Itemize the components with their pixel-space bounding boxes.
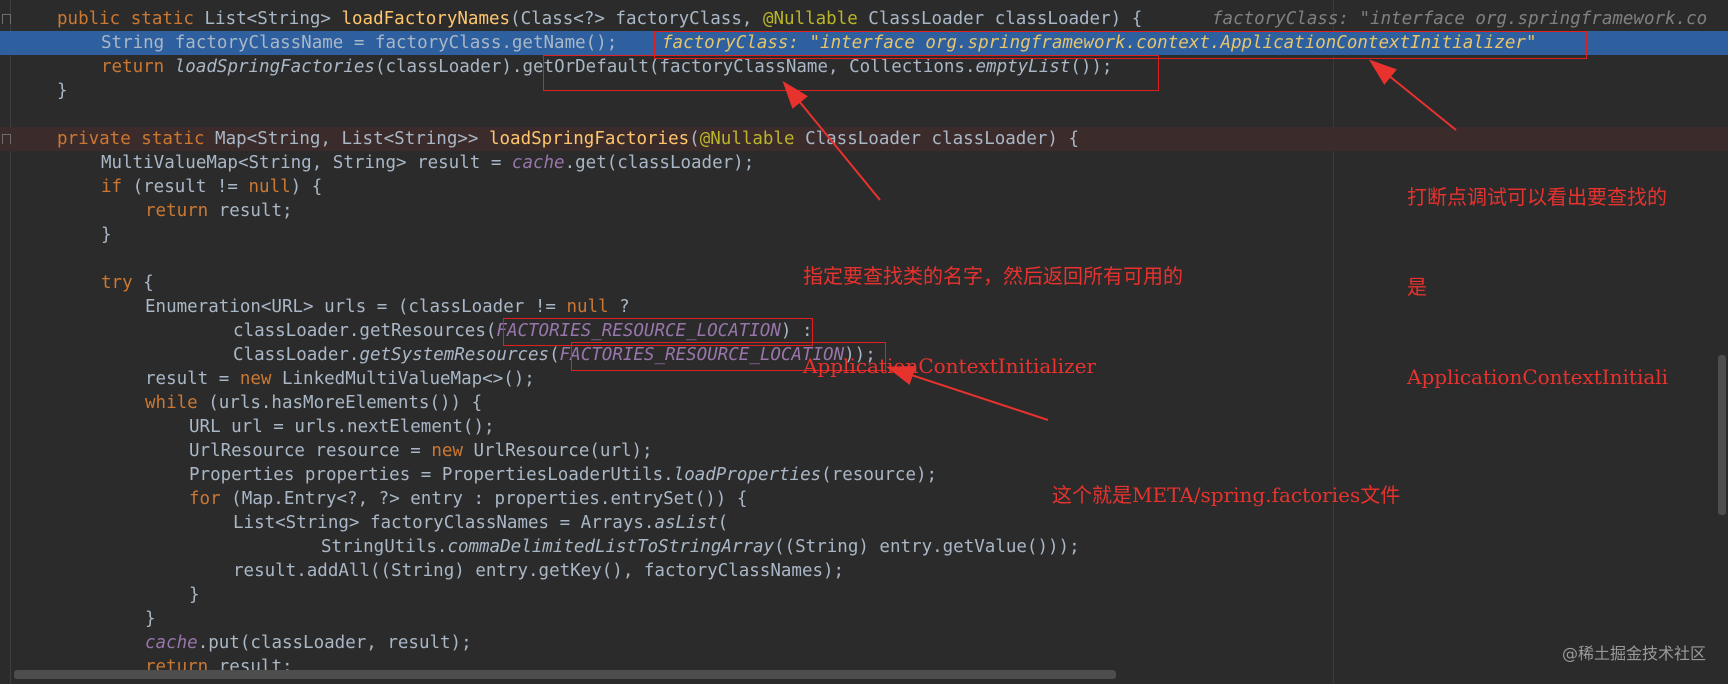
vertical-scrollbar[interactable]	[1718, 355, 1726, 515]
arrow-to-get-or-default	[782, 80, 881, 201]
watermark: @稀土掘金技术社区	[1561, 644, 1706, 663]
arrow-to-factories-location	[886, 366, 1049, 421]
code-editor[interactable]: public static List<String> loadFactoryNa…	[0, 0, 1728, 684]
fold-marker-icon[interactable]	[2, 134, 11, 144]
arrow-to-inline-value	[1368, 59, 1457, 131]
fold-marker-icon[interactable]	[2, 14, 11, 24]
horizontal-scrollbar[interactable]	[14, 670, 1116, 679]
callout-arrows	[782, 59, 1457, 421]
